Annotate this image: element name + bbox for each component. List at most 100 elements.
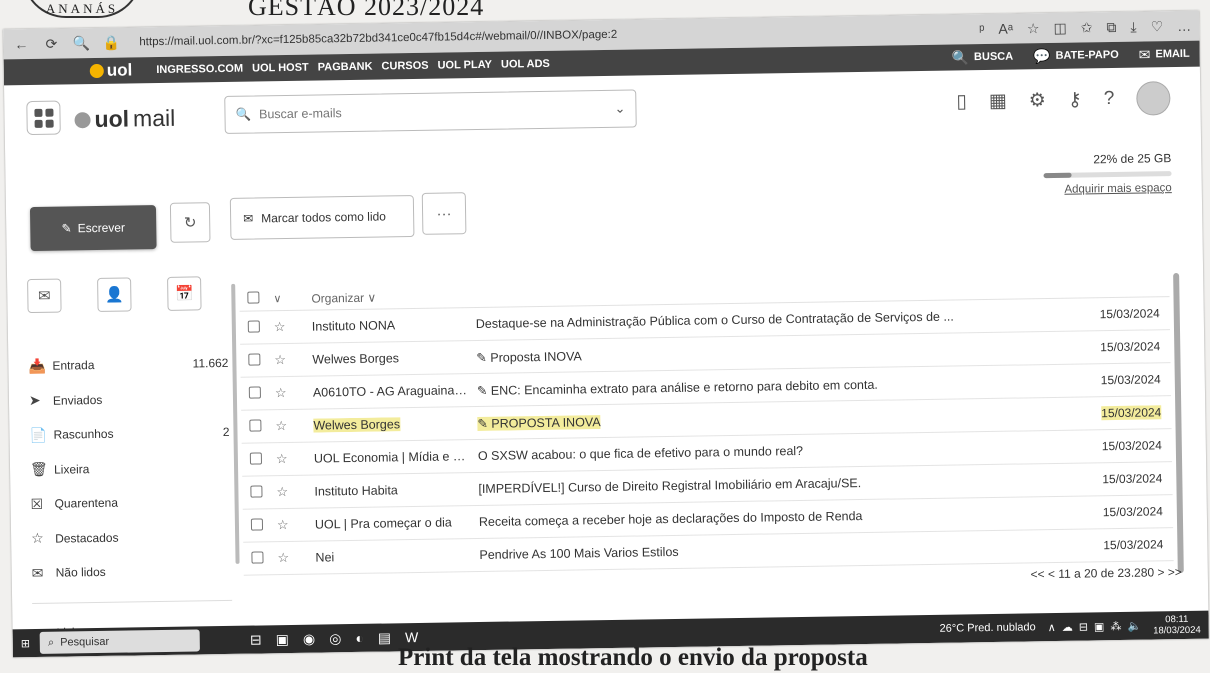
select-all-checkbox[interactable] <box>247 291 260 304</box>
clock[interactable]: 08:11 18/03/2024 <box>1153 614 1201 637</box>
search-box[interactable]: 🔍 ⌄ <box>224 89 637 134</box>
portal-link[interactable]: UOL HOST <box>252 62 309 75</box>
search-icon[interactable]: 🔍 <box>71 35 91 52</box>
row-select[interactable] <box>243 550 265 566</box>
write-button[interactable]: ✎ Escrever <box>29 205 157 252</box>
mobile-icon[interactable]: ▯ <box>956 90 967 113</box>
select-dropdown-icon[interactable]: ∨ <box>261 292 291 305</box>
sidebar-item-rascunhos[interactable]: 📄 Rascunhos 2 <box>29 415 230 453</box>
weather-widget[interactable]: 26°C Pred. nublado <box>939 621 1035 635</box>
battery-icon[interactable]: ▣ <box>1094 620 1105 633</box>
row-select[interactable] <box>240 319 262 335</box>
more-icon[interactable]: … <box>1177 18 1191 34</box>
favorite-icon[interactable]: ☆ <box>1027 20 1040 37</box>
contacts-icon[interactable]: ⚷ <box>1068 88 1082 111</box>
portal-link[interactable]: PAGBANK <box>318 61 373 74</box>
mark-all-read-button[interactable]: ✉ Marcar todos como lido <box>229 195 415 240</box>
portal-right-link[interactable]: 🔍 BUSCA <box>951 48 1013 66</box>
download-icon[interactable]: ⤓ <box>1130 18 1136 35</box>
search-input[interactable] <box>258 101 607 122</box>
storage-info: 22% de 25 GB Adquirir mais espaço <box>1043 151 1172 196</box>
tab-calendar[interactable]: 📅 <box>167 276 202 311</box>
portal-right-link[interactable]: ✉ EMAIL <box>1139 45 1190 63</box>
back-icon[interactable]: ← <box>11 36 31 52</box>
apps-grid-icon[interactable] <box>26 100 61 136</box>
row-select[interactable] <box>242 484 264 500</box>
row-checkbox[interactable] <box>248 385 261 399</box>
address-bar[interactable]: https://mail.uol.com.br/?xc=f125b85ca32b… <box>139 29 617 49</box>
favorites-icon[interactable]: ✩ <box>1081 19 1093 36</box>
split-icon[interactable]: ◫ <box>1053 19 1066 36</box>
chrome-icon[interactable]: ◉ <box>303 630 315 647</box>
sidebar-item-enviados[interactable]: ➤ Enviados <box>29 380 230 418</box>
more-actions-button[interactable]: ··· <box>421 192 467 235</box>
sidebar-item-lixeira[interactable]: 🗑 Lixeira <box>30 449 231 487</box>
chevron-down-icon[interactable]: ⌄ <box>614 101 625 117</box>
profile-icon[interactable]: ᵖ <box>979 21 985 37</box>
sidebar-item-entrada[interactable]: 📥 Entrada 11.662 <box>28 346 229 384</box>
star-icon[interactable]: ☆ <box>265 550 295 566</box>
sidebar-item-não-lidos[interactable]: ✉ Não lidos <box>31 553 232 591</box>
list-scrollbar[interactable] <box>1173 272 1184 574</box>
row-select[interactable] <box>241 385 263 401</box>
row-checkbox[interactable] <box>248 352 261 366</box>
refresh-button[interactable]: ↻ <box>169 202 211 243</box>
row-checkbox[interactable] <box>249 418 262 432</box>
star-icon[interactable]: ☆ <box>264 484 294 500</box>
tab-mail[interactable]: ✉ <box>27 278 62 314</box>
row-select[interactable] <box>242 451 264 467</box>
portal-link[interactable]: INGRESSO.COM <box>156 63 243 76</box>
row-select[interactable] <box>240 352 262 368</box>
row-checkbox[interactable] <box>251 550 264 564</box>
windows-start-icon[interactable]: ⊞ <box>21 637 30 650</box>
portal-right-link[interactable]: 💬 BATE-PAPO <box>1033 46 1119 64</box>
gear-icon[interactable]: ⚙ <box>1029 89 1046 112</box>
sidebar-item-quarentena[interactable]: ☒ Quarentena <box>30 484 231 522</box>
reader-icon[interactable]: Aᵃ <box>998 21 1013 37</box>
pen-icon[interactable]: ⁂ <box>1110 619 1121 632</box>
row-checkbox[interactable] <box>250 484 263 498</box>
pagination[interactable]: << < 11 a 20 de 23.280 > >> <box>1030 565 1181 581</box>
browser-icon[interactable]: ◎ <box>329 630 341 647</box>
row-checkbox[interactable] <box>250 517 264 531</box>
row-subject: Pendrive As 100 Mais Varios Estilos <box>471 539 1083 563</box>
star-icon[interactable]: ☆ <box>262 352 292 368</box>
uol-logo[interactable]: uol <box>89 60 133 81</box>
explorer-icon[interactable]: ▤ <box>378 629 391 646</box>
row-select[interactable] <box>241 418 263 434</box>
select-all[interactable] <box>239 291 261 306</box>
sort-dropdown[interactable]: Organizar ∨ <box>291 290 376 305</box>
row-select[interactable] <box>243 517 265 533</box>
sidebar-item-destacados[interactable]: ☆ Destacados <box>31 518 232 556</box>
row-checkbox[interactable] <box>247 319 260 333</box>
heart-icon[interactable]: ♡ <box>1151 18 1164 35</box>
volume-icon[interactable]: 🔈 <box>1127 619 1141 632</box>
cloud-icon[interactable]: ☁ <box>1062 620 1073 633</box>
tab-contacts[interactable]: 👤 <box>97 277 132 312</box>
task-view-icon[interactable]: ⊟ <box>250 631 262 648</box>
row-date: 15/03/2024 <box>1083 504 1173 519</box>
row-date: 15/03/2024 <box>1080 339 1170 354</box>
avatar[interactable] <box>1136 81 1171 116</box>
buy-space-link[interactable]: Adquirir mais espaço <box>1064 182 1172 196</box>
calendar-icon[interactable]: ▦ <box>989 89 1007 112</box>
sidebar-scrollbar[interactable] <box>231 283 240 564</box>
help-icon[interactable]: ? <box>1104 88 1115 110</box>
star-icon[interactable]: ☆ <box>264 451 294 467</box>
star-icon[interactable]: ☆ <box>263 385 293 401</box>
collections-icon[interactable]: ⧉ <box>1106 18 1116 35</box>
uol-mail-logo[interactable]: uol mail <box>74 105 175 134</box>
edge-icon[interactable]: ◐ <box>355 629 364 646</box>
portal-link[interactable]: CURSOS <box>381 60 428 73</box>
store-icon[interactable]: ▣ <box>276 631 289 648</box>
star-icon[interactable]: ☆ <box>265 517 295 533</box>
star-icon[interactable]: ☆ <box>262 319 292 335</box>
chevron-up-icon[interactable]: ∧ <box>1048 620 1056 633</box>
network-icon[interactable]: ⊟ <box>1079 620 1088 633</box>
star-icon[interactable]: ☆ <box>263 418 293 434</box>
reload-icon[interactable]: ⟳ <box>41 35 61 52</box>
row-checkbox[interactable] <box>249 451 262 465</box>
portal-link[interactable]: UOL ADS <box>501 58 550 71</box>
taskbar-search[interactable]: ⌕ Pesquisar <box>39 629 201 654</box>
portal-link[interactable]: UOL PLAY <box>437 59 492 72</box>
